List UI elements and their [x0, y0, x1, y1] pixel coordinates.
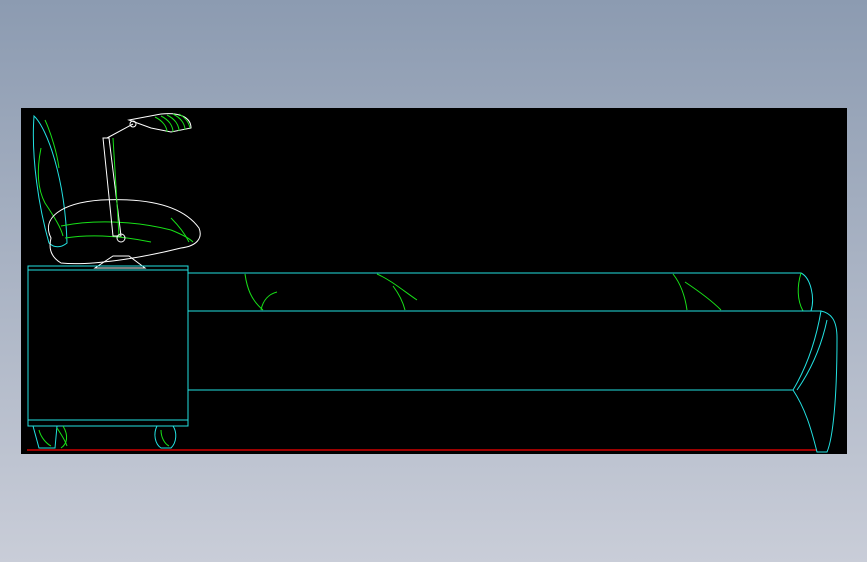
cad-drawing: [21, 108, 847, 454]
viewport-background: [21, 108, 847, 454]
cad-viewport[interactable]: [21, 108, 847, 454]
